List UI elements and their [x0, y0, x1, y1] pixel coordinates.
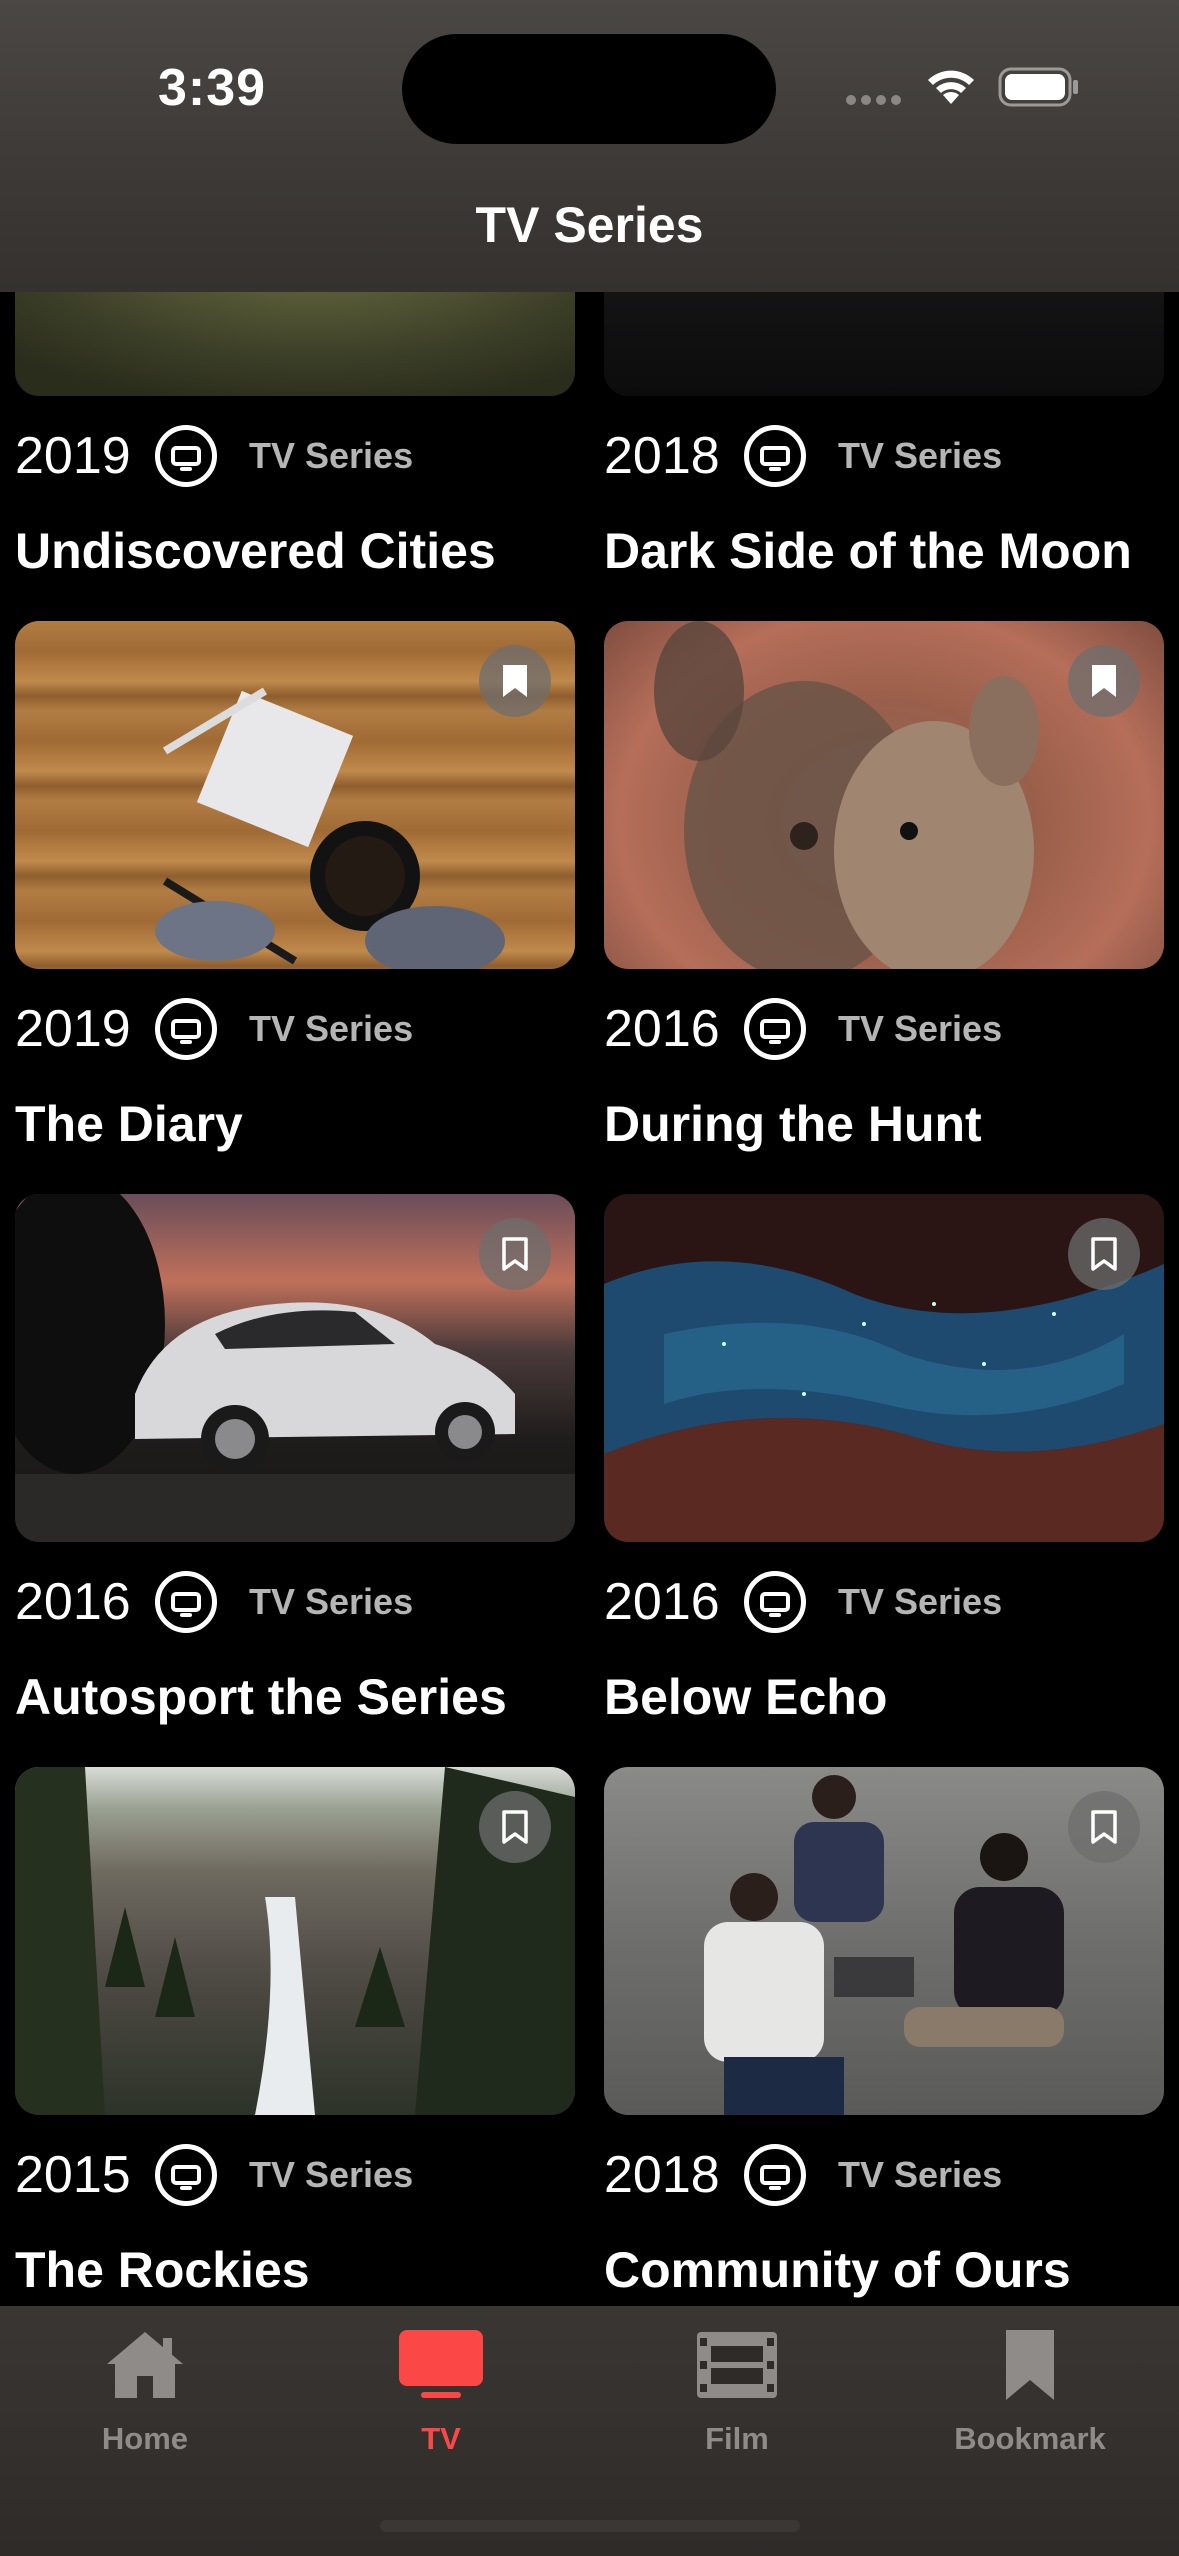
bookmark-filled-icon [1092, 665, 1116, 697]
cellular-signal-icon [846, 92, 906, 105]
category-label: TV Series [838, 2154, 1003, 2195]
page-title: TV Series [475, 197, 704, 253]
card-meta: 2018 TV Series [604, 2135, 1002, 2215]
tab-bookmark[interactable]: Bookmark [930, 2328, 1130, 2457]
category-label: TV Series [249, 1581, 414, 1622]
thumbnail-image[interactable] [15, 621, 575, 969]
tv-category-icon [155, 425, 217, 487]
tab-film[interactable]: Film [637, 2328, 837, 2457]
tab-bar: Home TV Film Bookmark [0, 2306, 1179, 2556]
bookmark-button[interactable] [1068, 1218, 1140, 1290]
bookmark-outline-icon [1091, 1810, 1117, 1844]
wifi-icon [928, 70, 974, 104]
dynamic-island [402, 34, 776, 144]
thumbnail-image[interactable] [604, 1194, 1164, 1542]
card-meta: 2018 TV Series [604, 416, 1002, 496]
category-label: TV Series [838, 1008, 1003, 1049]
tab-label: Home [101, 2421, 189, 2456]
card-title[interactable]: The Diary [15, 1095, 243, 1153]
tab-label: Bookmark [954, 2421, 1106, 2456]
card-meta: 2016 TV Series [15, 1562, 413, 1642]
tv-category-icon [155, 1571, 217, 1633]
bookmark-button[interactable] [479, 645, 551, 717]
card-meta: 2015 TV Series [15, 2135, 413, 2215]
bookmark-button[interactable] [479, 1218, 551, 1290]
thumbnail-image[interactable] [604, 621, 1164, 969]
tv-category-icon [744, 1571, 806, 1633]
category-label: TV Series [249, 435, 414, 476]
card-title[interactable]: The Rockies [15, 2241, 310, 2299]
tv-icon [399, 2330, 483, 2398]
year-label: 2016 [604, 1573, 720, 1631]
tv-category-icon [744, 425, 806, 487]
year-label: 2019 [15, 427, 131, 485]
card-title[interactable]: Dark Side of the Moon [604, 522, 1132, 580]
card-title[interactable]: Below Echo [604, 1668, 887, 1726]
category-label: TV Series [838, 435, 1003, 476]
tab-label: Film [705, 2421, 769, 2456]
card-meta: 2016 TV Series [604, 1562, 1002, 1642]
year-label: 2015 [15, 2146, 131, 2204]
bookmark-button[interactable] [1068, 1791, 1140, 1863]
bookmark-outline-icon [502, 1237, 528, 1271]
tv-category-icon [155, 2144, 217, 2206]
category-label: TV Series [838, 1581, 1003, 1622]
card-title[interactable]: Community of Ours [604, 2241, 1071, 2299]
bookmark-icon [1006, 2330, 1054, 2400]
status-time: 3:39 [158, 59, 267, 117]
thumbnail-image[interactable] [15, 1194, 575, 1542]
card-meta: 2016 TV Series [604, 989, 1002, 1069]
year-label: 2018 [604, 427, 720, 485]
card-meta: 2019 TV Series [15, 989, 413, 1069]
tab-label: TV [421, 2421, 461, 2456]
year-label: 2019 [15, 1000, 131, 1058]
house-icon [107, 2332, 183, 2398]
year-label: 2018 [604, 2146, 720, 2204]
tv-category-icon [744, 2144, 806, 2206]
bookmark-outline-icon [1091, 1237, 1117, 1271]
thumbnail-image[interactable] [604, 1767, 1164, 2115]
bookmark-button[interactable] [1068, 645, 1140, 717]
home-indicator[interactable] [380, 2520, 800, 2532]
bookmark-filled-icon [503, 665, 527, 697]
thumbnail-image[interactable] [15, 1767, 575, 2115]
category-label: TV Series [249, 2154, 414, 2195]
year-label: 2016 [604, 1000, 720, 1058]
tab-tv[interactable]: TV [341, 2328, 541, 2457]
year-label: 2016 [15, 1573, 131, 1631]
tab-home[interactable]: Home [45, 2328, 245, 2457]
bookmark-button[interactable] [479, 1791, 551, 1863]
battery-icon [998, 67, 1078, 107]
card-title[interactable]: Autosport the Series [15, 1668, 507, 1726]
bookmark-outline-icon [502, 1810, 528, 1844]
tv-category-icon [155, 998, 217, 1060]
category-label: TV Series [249, 1008, 414, 1049]
card-meta: 2019 TV Series [15, 416, 413, 496]
card-title[interactable]: During the Hunt [604, 1095, 982, 1153]
film-icon [697, 2332, 777, 2398]
tv-category-icon [744, 998, 806, 1060]
card-title[interactable]: Undiscovered Cities [15, 522, 496, 580]
top-bar: 3:39 TV Series [0, 0, 1179, 292]
